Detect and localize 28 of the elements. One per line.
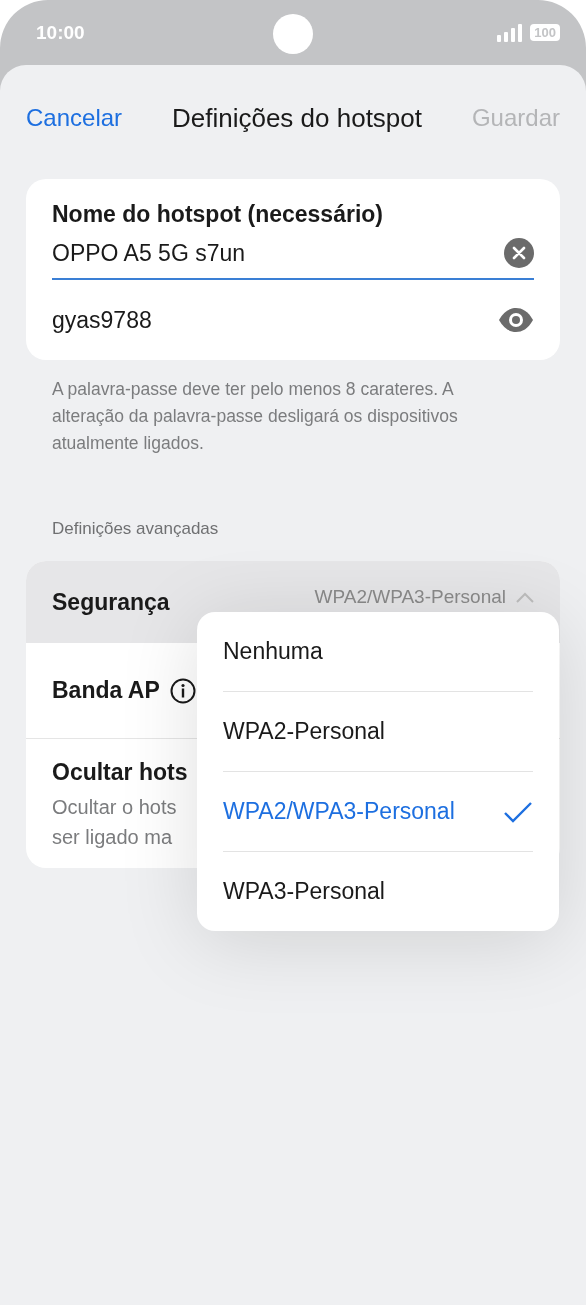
setting-description: Ocultar o hots [52,795,177,820]
camera-hole-icon [273,14,313,54]
password-hint: A palavra-passe deve ter pelo menos 8 carateres. A alteração da palavra-passe desligará os dispositivos atualmente ligados. [52,378,459,455]
setting-value: WPA2/WPA3-Personal [314,586,506,608]
page-title: Definições do hotspot [171,102,422,134]
password-field[interactable]: gyas9788 [52,280,534,360]
menu-option[interactable]: WPA3-Personal [223,852,533,931]
clear-icon[interactable] [504,238,534,268]
setting-label: Segurança [52,588,170,616]
field-value: OPPO A5 5G s7un [52,239,246,267]
setting-label: Banda AP [52,677,160,704]
info-icon[interactable] [169,677,196,704]
menu-option[interactable]: WPA2/WPA3-Personal [223,772,533,852]
field-label: Nome do hotspot (necessário) [52,201,384,228]
section-title: Definições avançadas [52,519,220,539]
cancel-button[interactable]: Cancelar [26,104,123,132]
hotspot-name-field[interactable]: Nome do hotspot (necessário) OPPO A5 5G s7un [52,179,534,280]
battery-indicator: 100 [530,24,560,41]
eye-icon[interactable] [498,307,534,333]
setting-description: ser ligado ma [52,825,173,850]
clock: 10:00 [36,21,85,44]
menu-option[interactable]: Nenhuma [223,612,533,692]
signal-icon [497,23,524,42]
check-icon [503,800,533,823]
field-value: gyas9788 [52,306,152,334]
setting-label: Ocultar hots [52,759,188,786]
caret-icon [516,591,534,603]
menu-option[interactable]: WPA2-Personal [223,692,533,772]
